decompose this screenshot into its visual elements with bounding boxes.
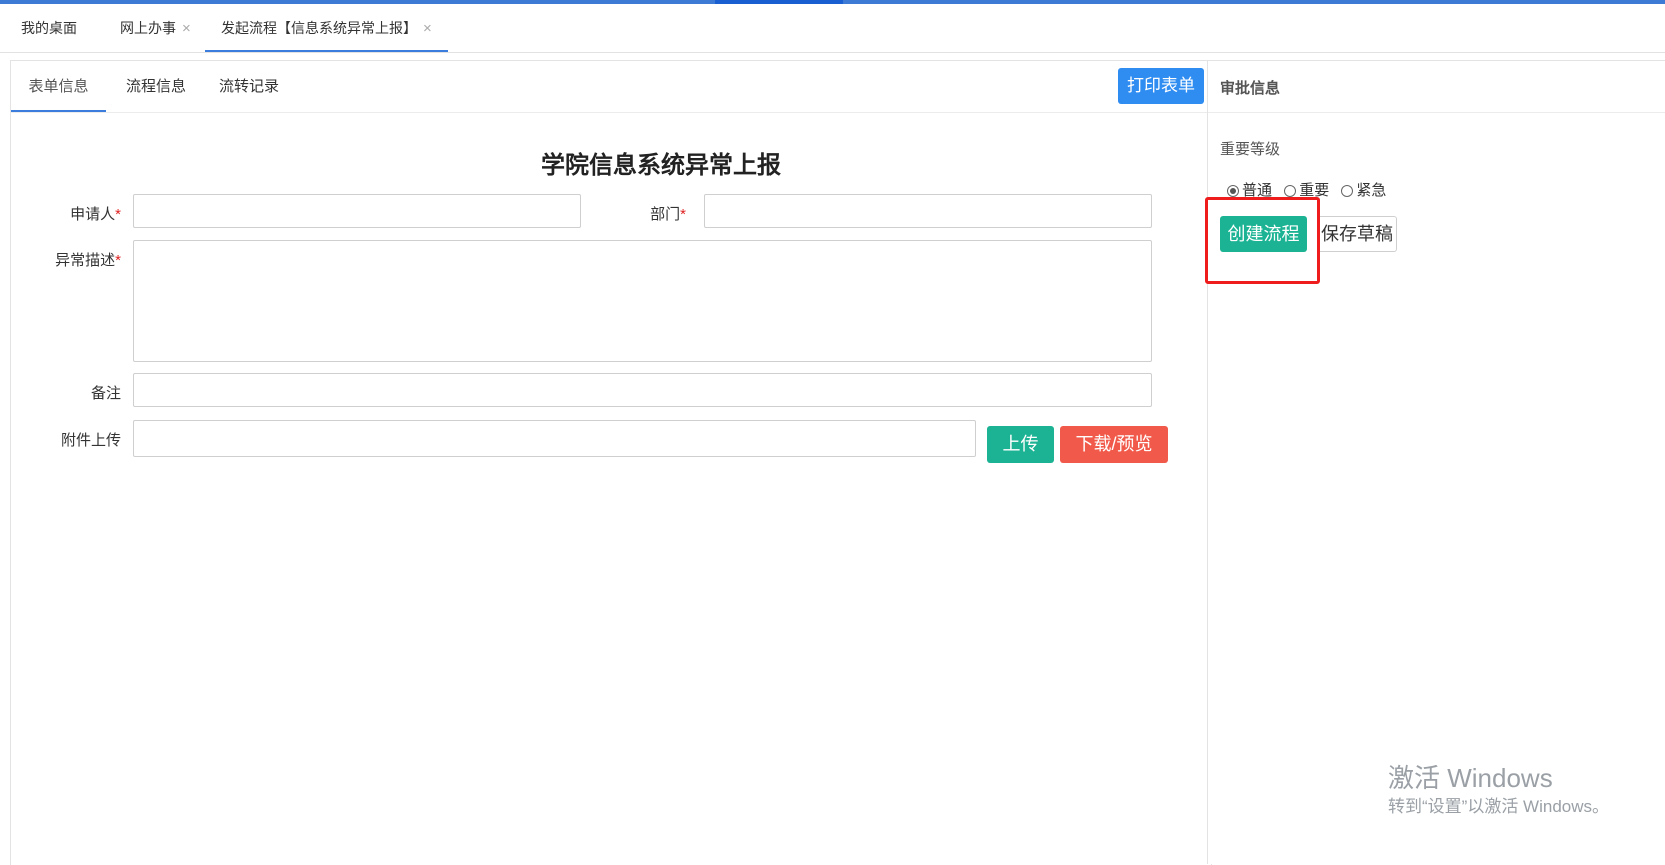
tab-label: 发起流程【信息系统异常上报】 [221, 20, 417, 36]
radio-checked-icon [1227, 185, 1239, 197]
radio-label: 重要 [1299, 182, 1330, 199]
subtab-process-info[interactable]: 流程信息 [126, 61, 186, 112]
approval-header: 审批信息 [1208, 60, 1665, 113]
tab-online-affairs[interactable]: 网上办事 × [120, 4, 191, 52]
upload-button[interactable]: 上传 [987, 426, 1054, 463]
tab-label: 我的桌面 [21, 20, 77, 36]
subtab-form-info[interactable]: 表单信息 [11, 61, 106, 112]
required-mark: * [115, 252, 121, 269]
subtab-transfer-record[interactable]: 流转记录 [219, 61, 279, 112]
department-label: 部门* [650, 206, 686, 223]
priority-label: 重要等级 [1220, 141, 1281, 158]
subtab-bar: 表单信息 流程信息 流转记录 打印表单 [11, 61, 1211, 113]
radio-label: 紧急 [1356, 182, 1387, 199]
remark-label: 备注 [90, 385, 121, 402]
close-icon[interactable]: × [182, 20, 191, 37]
attachment-input[interactable] [133, 420, 976, 457]
print-form-button[interactable]: 打印表单 [1118, 68, 1204, 104]
priority-option-urgent[interactable]: 紧急 [1341, 179, 1386, 200]
priority-radio-group: 普通 重要 紧急 [1227, 179, 1394, 200]
department-input[interactable] [704, 194, 1152, 228]
required-mark: * [115, 206, 121, 223]
priority-option-important[interactable]: 重要 [1284, 179, 1329, 200]
close-icon[interactable]: × [423, 20, 432, 37]
description-label: 异常描述* [55, 252, 121, 269]
tab-start-process[interactable]: 发起流程【信息系统异常上报】 × [205, 4, 448, 52]
tab-bar: 我的桌面 网上办事 × 发起流程【信息系统异常上报】 × [0, 4, 1665, 53]
tab-my-desktop[interactable]: 我的桌面 [21, 4, 77, 52]
remark-input[interactable] [133, 373, 1152, 407]
required-mark: * [680, 206, 686, 223]
description-textarea[interactable] [133, 240, 1152, 362]
watermark-title: 激活 Windows [1388, 763, 1553, 793]
create-process-button[interactable]: 创建流程 [1220, 216, 1307, 252]
windows-activation-watermark: 激活 Windows 转到“设置”以激活 Windows。 [1388, 763, 1609, 819]
attachment-label: 附件上传 [60, 432, 121, 449]
radio-unchecked-icon [1341, 185, 1354, 197]
radio-unchecked-icon [1284, 185, 1297, 197]
tab-label: 网上办事 [120, 20, 176, 36]
watermark-subtitle: 转到“设置”以激活 Windows。 [1388, 797, 1610, 816]
subtab-label: 流转记录 [219, 78, 280, 95]
priority-option-normal[interactable]: 普通 [1227, 179, 1272, 200]
subtab-label: 流程信息 [126, 78, 187, 95]
applicant-input[interactable] [133, 194, 581, 228]
subtab-label: 表单信息 [28, 78, 89, 95]
radio-label: 普通 [1242, 182, 1273, 199]
approval-panel: 审批信息 重要等级 普通 重要 紧急 创建流程 保存草稿 [1207, 60, 1665, 864]
approval-title: 审批信息 [1220, 80, 1281, 97]
applicant-label: 申请人* [70, 206, 121, 223]
save-draft-button[interactable]: 保存草稿 [1317, 216, 1397, 252]
form-title: 学院信息系统异常上报 [541, 152, 781, 179]
download-preview-button[interactable]: 下载/预览 [1060, 426, 1168, 463]
